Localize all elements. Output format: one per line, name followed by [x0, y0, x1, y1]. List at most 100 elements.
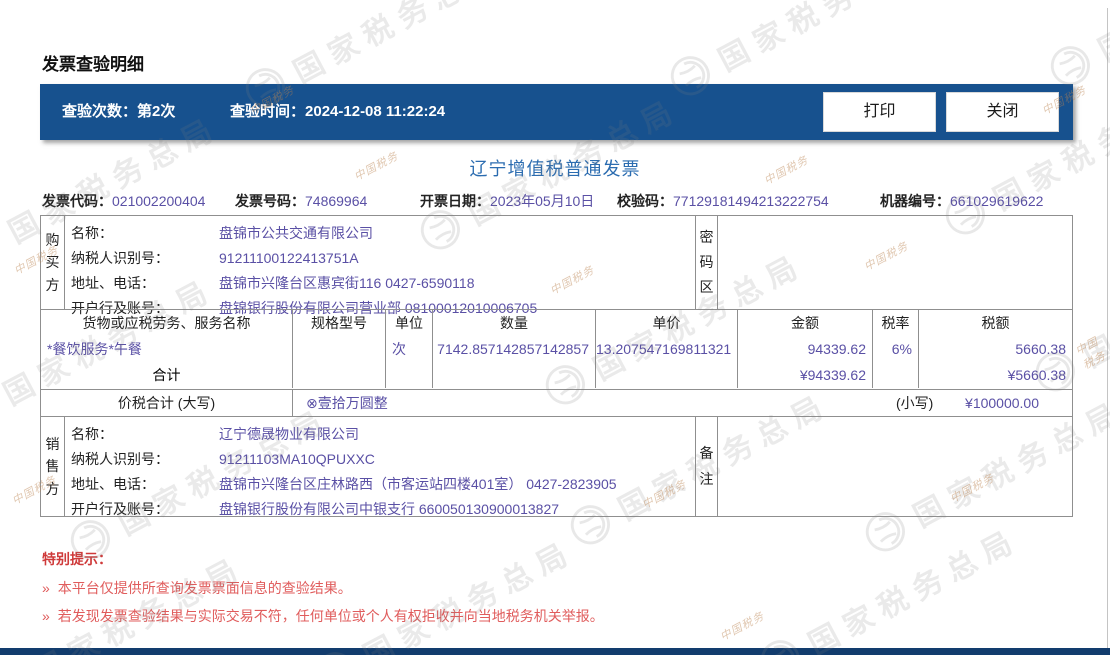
buyer-taxid-label: 纳税人识别号：: [71, 250, 169, 266]
seller-taxid-label: 纳税人识别号：: [71, 451, 169, 467]
watermark-text: 国家税务总局: [358, 534, 581, 655]
invoice-code-label: 发票代码：: [42, 193, 112, 209]
check-count: 查验次数：第2次: [62, 84, 175, 140]
total-label: 合计: [41, 362, 293, 388]
invoice-verification-page: 发票查验明细 查验次数：第2次 查验时间：2024-12-08 11:22:24…: [0, 0, 1110, 655]
watermark-sub-text: 中国税务: [718, 610, 767, 644]
remark-text: 备注: [699, 445, 714, 487]
check-count-value: 第2次: [137, 103, 176, 120]
items-table: 货物或应税劳务、服务名称 规格型号 单位 数量 单价 金额 税率 税额 *餐饮服…: [40, 309, 1073, 390]
item-quantity: 7142.857142857142857: [433, 336, 596, 362]
watermark-sub-text: 中国税务: [1073, 335, 1109, 372]
invoice-date-label: 开票日期：: [420, 193, 490, 209]
seller-bank-row: 开户行及账号： 盘锦银行股份有限公司中银支行 66005013090001382…: [71, 497, 695, 522]
notice-text-1: 本平台仅提供所查询发票票面信息的查验结果。: [57, 580, 352, 596]
col-header-unit: 单位: [386, 310, 433, 336]
check-time-label: 查验时间：: [230, 103, 306, 120]
seller-side-text: 销售方: [45, 435, 60, 497]
total-unit-empty: [386, 362, 433, 388]
buyer-name-row: 名称： 盘锦市公共交通有限公司: [71, 221, 695, 246]
col-header-amount: 金额: [738, 310, 873, 336]
notice-item-2: » 若发现发票查验结果与实际交易不符，任何单位或个人有权拒收并向当地税务机关举报。: [42, 606, 604, 626]
remark-content: [718, 417, 1072, 516]
notice-item-1: » 本平台仅提供所查询发票票面信息的查验结果。: [42, 578, 352, 598]
check-time: 查验时间：2024-12-08 11:22:24: [230, 84, 445, 140]
seller-bank-label: 开户行及账号：: [71, 501, 169, 517]
close-button[interactable]: 关闭: [946, 92, 1059, 132]
total-tax: ¥5660.38: [1007, 367, 1066, 383]
buyer-address-label: 地址、电话：: [71, 275, 155, 291]
seller-side-label: 销售方: [41, 417, 65, 516]
item-name: *餐饮服务*午餐: [41, 336, 293, 362]
item-taxrate: 6%: [873, 336, 919, 362]
print-button[interactable]: 打印: [823, 92, 936, 132]
verification-toolbar: 查验次数：第2次 查验时间：2024-12-08 11:22:24 打印 关闭: [40, 84, 1073, 140]
check-code: 校验码：77129181494213222754: [617, 191, 829, 211]
seller-name-label: 名称：: [71, 426, 113, 442]
invoice-date-value: 2023年05月10日: [490, 193, 595, 209]
password-area-text: 密码区: [699, 228, 714, 296]
total-quantity-empty: [433, 362, 596, 388]
buyer-taxid-row: 纳税人识别号： 91211100122413751A: [71, 246, 695, 271]
invoice-code: 发票代码：021002200404: [42, 191, 205, 211]
buyer-side-label: 购买方: [41, 216, 65, 309]
col-header-taxrate: 税率: [873, 310, 919, 336]
total-price-empty: [596, 362, 738, 388]
machine-number-label: 机器编号：: [880, 193, 950, 209]
col-header-quantity: 数量: [433, 310, 596, 336]
item-tax: 5660.38: [1015, 341, 1066, 357]
machine-number-value: 661029619622: [950, 193, 1044, 209]
invoice-number-value: 74869964: [305, 193, 368, 209]
password-area-label: 密码区: [695, 216, 718, 309]
buyer-address-value: 盘锦市兴隆台区惠宾街116 0427-6590118: [219, 275, 475, 291]
page-title: 发票查验明细: [42, 55, 144, 74]
buyer-name-label: 名称：: [71, 225, 113, 241]
page-right-border: [1107, 8, 1108, 655]
machine-number: 机器编号：661029619622: [880, 191, 1043, 211]
total-spec-empty: [293, 362, 386, 388]
notice-text-2: 若发现发票查验结果与实际交易不符，任何单位或个人有权拒收并向当地税务机关举报。: [57, 608, 604, 624]
amount-in-words: ⊗壹拾万圆整: [306, 395, 388, 411]
seller-taxid-value: 91211103MA10QPUXXC: [219, 451, 375, 467]
total-amount: ¥94339.62: [738, 362, 873, 388]
watermark-tile: 国家税务总局: [1042, 0, 1110, 95]
check-time-value: 2024-12-08 11:22:24: [305, 103, 446, 120]
item-price: 13.207547169811321: [596, 336, 738, 362]
seller-address-row: 地址、电话： 盘锦市兴隆台区庄林路西（市客运站四楼401室） 0427-2823…: [71, 472, 695, 497]
item-unit: 次: [386, 336, 433, 362]
col-header-tax: 税额: [981, 315, 1010, 331]
amount-numeric: ¥100000.00: [965, 395, 1039, 411]
seller-section: 销售方 名称： 辽宁德晟物业有限公司 纳税人识别号： 91211103MA10Q…: [40, 416, 1073, 517]
item-spec: [293, 336, 386, 362]
footer-bar: [0, 648, 1110, 655]
invoice-title: 辽宁增值税普通发票: [469, 159, 641, 179]
col-header-spec: 规格型号: [293, 310, 386, 336]
watermark-text: 国家税务总局: [803, 522, 1026, 655]
notice-title: 特别提示：: [42, 551, 112, 567]
notice-bullet-icon: »: [42, 608, 50, 624]
total-taxrate-empty: [873, 362, 919, 388]
notice-bullet-icon: »: [42, 580, 50, 596]
buyer-side-text: 购买方: [45, 231, 60, 293]
invoice-code-value: 021002200404: [112, 193, 206, 209]
invoice-date: 开票日期：2023年05月10日: [420, 191, 594, 211]
buyer-section: 购买方 名称： 盘锦市公共交通有限公司 纳税人识别号： 912111001224…: [40, 215, 1073, 316]
col-header-name: 货物或应税劳务、服务名称: [41, 310, 293, 336]
invoice-number-label: 发票号码：: [235, 193, 305, 209]
grand-total-label: 价税合计 (大写): [41, 390, 293, 416]
check-code-label: 校验码：: [617, 193, 673, 209]
check-code-value: 77129181494213222754: [673, 193, 829, 209]
seller-bank-value: 盘锦银行股份有限公司中银支行 660050130900013827: [219, 501, 560, 517]
buyer-address-row: 地址、电话： 盘锦市兴隆台区惠宾街116 0427-6590118: [71, 271, 695, 296]
item-amount: 94339.62: [738, 336, 873, 362]
buyer-taxid-value: 91211100122413751A: [219, 250, 359, 266]
watermark-text: 国家税务总局: [1078, 234, 1110, 374]
watermark-tile: 国家税务总局: [752, 515, 1027, 655]
watermark-text: 国家税务总局: [713, 0, 936, 78]
grand-total-row: 价税合计 (大写) ⊗壹拾万圆整 (小写) ¥100000.00: [40, 389, 1073, 417]
col-header-price: 单价: [596, 310, 738, 336]
seller-address-label: 地址、电话：: [71, 476, 155, 492]
watermark-tile: 国家税务总局: [0, 543, 251, 655]
amount-small-label: (小写): [896, 395, 934, 411]
remark-label: 备注: [695, 417, 718, 516]
